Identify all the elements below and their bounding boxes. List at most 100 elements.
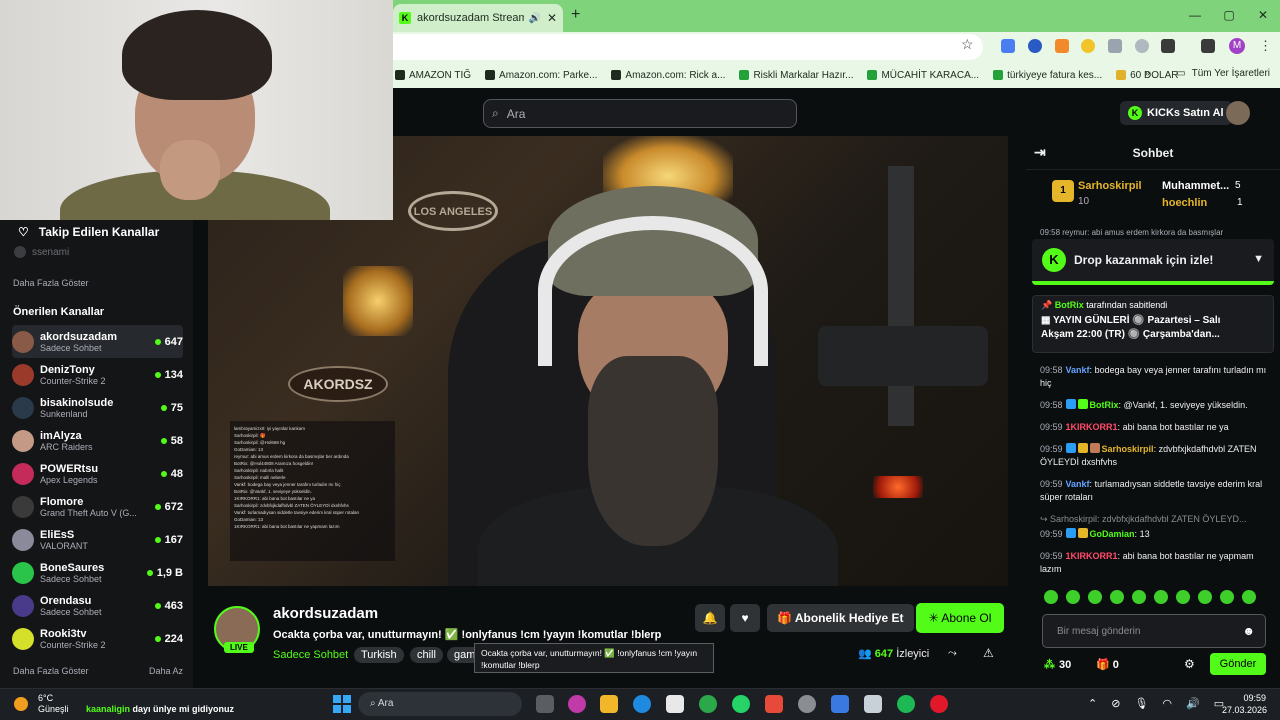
extension-icon[interactable] [1135, 39, 1149, 53]
notification-bell-button[interactable]: 🔔 [695, 604, 725, 632]
whatsapp-icon[interactable] [732, 695, 750, 713]
opera-icon[interactable] [930, 695, 948, 713]
file-explorer-icon[interactable] [600, 695, 618, 713]
buy-kicks-button[interactable]: K KICKs Satın Al [1120, 101, 1232, 125]
sidebar-channel-item[interactable]: EliEsS VALORANT 167 [12, 523, 183, 556]
task-view-icon[interactable] [536, 695, 554, 713]
message-user[interactable]: GoDamian [1090, 529, 1135, 539]
show-more-followed-button[interactable]: Daha Fazla Göster [13, 278, 89, 288]
sidebar-channel-item[interactable]: Flomore Grand Theft Auto V (G... 672 [12, 490, 183, 523]
wifi-icon[interactable]: ◠ [1162, 697, 1172, 710]
message-user[interactable]: 1KIRKORR1 [1066, 551, 1118, 561]
chat-message[interactable]: 09:59 Sarhoskirpil: zdvbfxjkdafhdvbl ZATE… [1040, 443, 1272, 469]
taskbar-search[interactable]: ⌕ Ara [358, 692, 522, 716]
sidebar-channel-item[interactable]: Orendasu Sadece Sohbet 463 [12, 589, 183, 622]
show-more-suggested-button[interactable]: Daha Fazla Göster [13, 666, 89, 676]
windows-start-icon[interactable] [333, 695, 351, 713]
tag-chill[interactable]: chill [410, 647, 443, 663]
app-icon[interactable] [798, 695, 816, 713]
sidebar-channel-item[interactable]: POWERtsu Apex Legends 48 [12, 457, 183, 490]
pinned-message[interactable]: 📌 BotRix tarafından sabitlendi ▦ YAYIN G… [1032, 295, 1274, 353]
bookmarks-overflow-button[interactable]: » [1145, 68, 1151, 79]
extension-icon[interactable] [1081, 39, 1095, 53]
emote-icon[interactable] [1198, 590, 1212, 604]
edge-icon[interactable] [633, 695, 651, 713]
media-control-icon[interactable] [1201, 39, 1215, 53]
maximize-button[interactable]: ▢ [1212, 0, 1246, 32]
followed-channel-item[interactable]: ssenami [14, 246, 69, 258]
bookmark-item[interactable]: türkiyeye fatura kes... [993, 70, 1102, 81]
sidebar-channel-item[interactable]: Rooki3tv Counter-Strike 2 224 [12, 622, 183, 655]
tray-app-icon[interactable]: ⊘ [1111, 697, 1120, 710]
extension-icon[interactable] [1055, 39, 1069, 53]
bookmark-item[interactable]: Amazon.com: Parke... [485, 70, 597, 81]
message-user[interactable]: BotRix [1090, 400, 1119, 410]
clock[interactable]: 09:59 27.03.2026 [1222, 692, 1267, 716]
collapse-chat-icon[interactable]: ⇥ [1034, 144, 1046, 161]
chat-message[interactable]: 09:59 GoDamian: 13 [1040, 528, 1272, 541]
emote-icon[interactable] [1044, 590, 1058, 604]
chat-message[interactable]: 09:59 Vankf: turlamadıysan siddetle tavsi… [1040, 478, 1272, 504]
channel-name[interactable]: akordsuzadam [273, 605, 378, 622]
sidebar-channel-item[interactable]: DenizTony Counter-Strike 2 134 [12, 358, 183, 391]
calculator-icon[interactable] [831, 695, 849, 713]
extension-icon[interactable] [1028, 39, 1042, 53]
bookmark-item[interactable]: Amazon.com: Rick a... [611, 70, 725, 81]
user-avatar[interactable] [1226, 101, 1250, 125]
share-icon[interactable]: ⤳ [948, 647, 957, 660]
emote-icon[interactable] [1132, 590, 1146, 604]
emote-icon[interactable] [1154, 590, 1168, 604]
chevron-down-icon[interactable]: ▼ [1253, 253, 1264, 265]
sidebar-channel-item[interactable]: akordsuzadam Sadece Sohbet 647 [12, 325, 183, 358]
all-bookmarks-button[interactable]: Tüm Yer İşaretleri [1192, 68, 1270, 79]
search-input[interactable]: ⌕ Ara [483, 99, 797, 128]
chat-message[interactable]: 09:58 Vankf: bodega bay veya jenner taraf… [1040, 364, 1272, 390]
sidebar-channel-item[interactable]: BoneSaures Sadece Sohbet 1,9 B [12, 556, 183, 589]
stream-category[interactable]: Sadece Sohbet [273, 649, 348, 661]
chat-message[interactable]: 09:59 1KIRKORR1: abi bana bot bastılar ne… [1040, 550, 1272, 576]
bookmark-item[interactable]: Riskli Markalar Hazır... [739, 70, 853, 81]
report-icon[interactable]: ⚠ [983, 646, 994, 660]
tab-close-icon[interactable]: ✕ [547, 11, 557, 25]
drop-banner[interactable]: K Drop kazanmak için izle! ▼ [1032, 239, 1274, 285]
translate-extension-icon[interactable] [1001, 39, 1015, 53]
emote-icon[interactable] [1242, 590, 1256, 604]
sidebar-channel-item[interactable]: bisakinolsude Sunkenland 75 [12, 391, 183, 424]
message-user[interactable]: Vankf [1066, 479, 1090, 489]
emoji-picker-icon[interactable]: ☻ [1242, 624, 1255, 638]
bookmark-item[interactable]: AMAZON TIĞ [395, 70, 471, 81]
emote-icon[interactable] [1066, 590, 1080, 604]
emote-icon[interactable] [1088, 590, 1102, 604]
spotify-icon[interactable] [897, 695, 915, 713]
follow-heart-button[interactable]: ♥ [730, 604, 760, 632]
emote-icon[interactable] [1220, 590, 1234, 604]
gift-count[interactable]: 🎁 0 [1096, 658, 1119, 671]
new-tab-button[interactable]: + [571, 6, 580, 24]
emote-icon[interactable] [1176, 590, 1190, 604]
close-window-button[interactable]: ✕ [1246, 0, 1280, 32]
profile-avatar[interactable]: M [1229, 38, 1245, 54]
show-less-button[interactable]: Daha Az [149, 666, 183, 676]
tag-turkish[interactable]: Turkish [354, 647, 404, 663]
bookmark-item[interactable]: MÜCAHİT KARACA... [867, 70, 979, 81]
more-menu-icon[interactable]: ⋮ [1259, 38, 1272, 54]
microphone-icon[interactable]: 🎙 [1134, 697, 1148, 710]
sidebar-channel-item[interactable]: imAlyza ARC Raiders 58 [12, 424, 183, 457]
audio-icon[interactable]: 🔊 [528, 13, 540, 24]
puzzle-extensions-icon[interactable] [1161, 39, 1175, 53]
leader-name[interactable]: Muhammet... [1162, 180, 1229, 192]
message-user[interactable]: 1KIRKORR1 [1066, 422, 1118, 432]
message-user[interactable]: Vankf [1066, 365, 1090, 375]
address-bar[interactable] [393, 34, 983, 60]
channel-points[interactable]: ⁂ 30 [1044, 658, 1071, 671]
chat-message[interactable]: 09:59 1KIRKORR1: abi bana bot bastılar ne… [1040, 421, 1272, 434]
chat-message[interactable]: 09:58 BotRix: @Vankf, 1. seviyeye yükseld… [1040, 399, 1272, 412]
gift-subscription-button[interactable]: 🎁 Abonelik Hediye Et [767, 604, 914, 632]
store-icon[interactable] [666, 695, 684, 713]
subscribe-button[interactable]: ✳ Abone Ol [916, 603, 1004, 633]
volume-icon[interactable]: 🔊 [1186, 697, 1200, 710]
emote-icon[interactable] [1110, 590, 1124, 604]
leader-name[interactable]: Sarhoskirpil [1078, 180, 1142, 192]
browser-tab[interactable]: K akordsuzadam Stream - W... 🔊 ✕ [393, 4, 563, 32]
chat-settings-gear-icon[interactable]: ⚙ [1184, 657, 1195, 671]
